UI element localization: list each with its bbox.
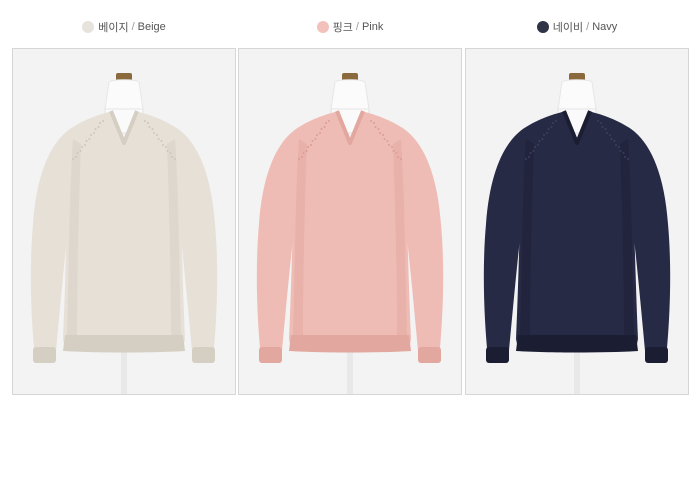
color-name-separator: / [355, 21, 359, 33]
color-name-english: Pink [361, 21, 384, 33]
color-label: 베이지 / Beige [12, 19, 236, 35]
product-photo[interactable] [465, 48, 689, 395]
color-name-english: Navy [592, 21, 618, 33]
color-dot-icon [316, 21, 329, 33]
color-name-english: Beige [137, 21, 166, 33]
color-name-separator: / [131, 21, 135, 33]
color-name-korean: 핑크 [332, 22, 353, 34]
color-name-korean: 베이지 [98, 22, 129, 34]
product-photo[interactable] [238, 48, 462, 395]
color-label: 핑크 / Pink [238, 19, 462, 35]
color-dot-icon [82, 21, 95, 33]
color-name-korean: 네이비 [552, 22, 584, 34]
color-name-separator: / [586, 21, 590, 33]
color-label: 네이비 / Navy [465, 19, 689, 35]
color-dot-icon [536, 21, 549, 33]
product-photo[interactable] [12, 48, 236, 395]
